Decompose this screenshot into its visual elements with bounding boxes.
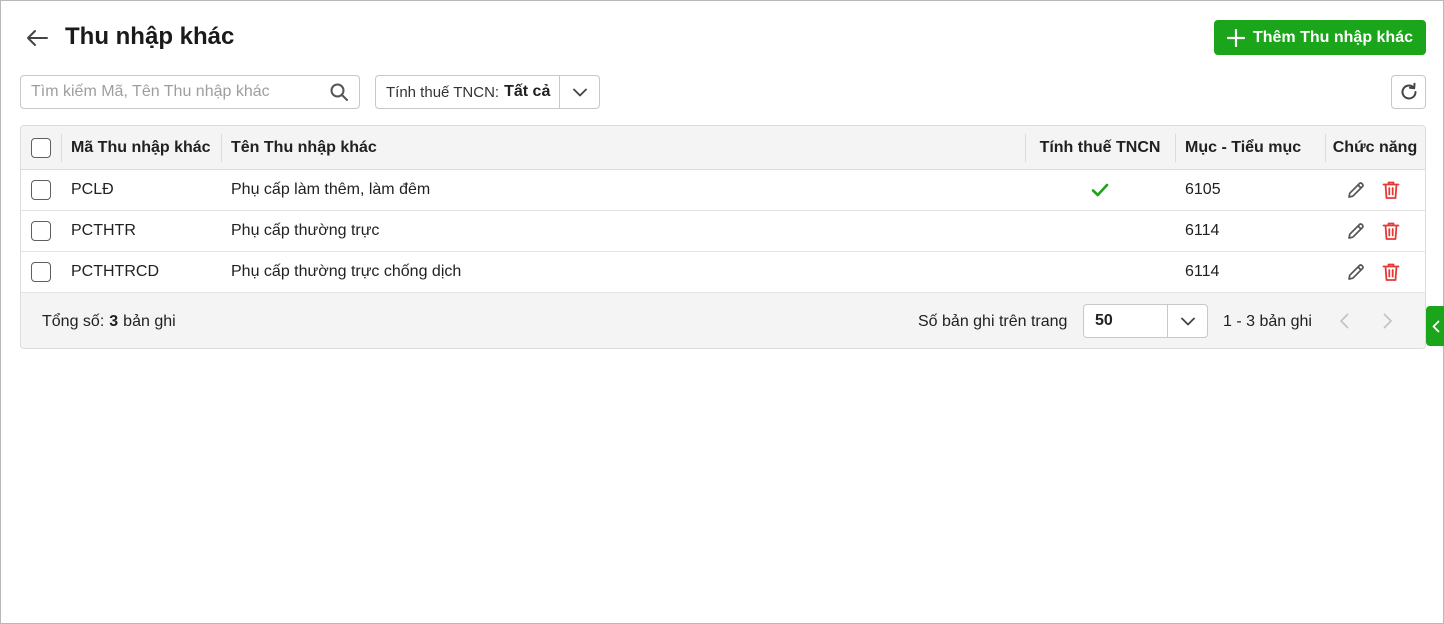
delete-button[interactable] [1380,179,1402,201]
add-button-label: Thêm Thu nhập khác [1252,28,1413,46]
row-select-cell [31,252,51,292]
trash-icon [1382,222,1400,240]
row-category: 6114 [1185,222,1220,239]
refresh-button[interactable] [1391,75,1426,109]
column-divider [1175,134,1176,162]
row-checkbox[interactable] [31,221,51,241]
column-header-category[interactable]: Mục - Tiểu mục [1185,126,1301,169]
column-divider [61,134,62,162]
row-code: PCLĐ [71,181,114,198]
row-actions [1345,211,1402,251]
row-code: PCTHTR [71,222,136,239]
total-records: Tổng số: 3 bản ghi [42,293,176,348]
arrow-left-icon [27,30,48,46]
search-box [20,75,360,109]
side-panel-toggle[interactable] [1426,306,1444,346]
chevron-down-icon [572,88,587,96]
check-icon [1091,183,1109,197]
select-all-checkbox[interactable] [31,137,51,158]
chevron-down-icon [1180,317,1195,325]
tax-filter-label: Tính thuế TNCN: [386,83,500,101]
row-name: Phụ cấp thường trực chống dịch [231,263,462,280]
row-checkbox[interactable] [31,262,51,282]
column-header-name[interactable]: Tên Thu nhập khác [231,126,377,169]
pencil-icon [1348,264,1364,280]
plus-icon [1226,28,1245,47]
row-select-cell [31,211,51,251]
page-size-label: Số bản ghi trên trang [918,312,1068,330]
chevron-left-icon [1432,320,1439,332]
total-count: 3 [109,312,119,330]
row-category: 6114 [1185,263,1220,280]
row-category: 6105 [1185,181,1221,198]
page-size-value: 50 [1095,312,1113,329]
table-row[interactable]: PCLĐ Phụ cấp làm thêm, làm đêm 6105 [21,170,1425,211]
page-title: Thu nhập khác [65,23,235,50]
edit-button[interactable] [1345,220,1367,242]
add-other-income-button[interactable]: Thêm Thu nhập khác [1214,20,1426,55]
row-name: Phụ cấp làm thêm, làm đêm [231,181,431,198]
edit-button[interactable] [1345,179,1367,201]
table-row[interactable]: PCTHTRCD Phụ cấp thường trực chống dịch … [21,252,1425,293]
row-name: Phụ cấp thường trực [231,222,380,239]
app-window: Thu nhập khác Thêm Thu nhập khác Tính th… [0,0,1444,624]
row-actions [1345,170,1402,210]
total-prefix: Tổng số: [42,312,105,330]
delete-button[interactable] [1380,261,1402,283]
row-checkbox[interactable] [31,180,51,200]
column-divider [221,134,222,162]
chevron-right-icon [1383,313,1392,329]
delete-button[interactable] [1380,220,1402,242]
total-suffix: bản ghi [123,312,176,330]
prev-page-button[interactable] [1333,310,1355,332]
refresh-icon [1401,82,1416,100]
tax-filter-text: Tính thuế TNCN: Tất cả [376,76,559,108]
record-range: 1 - 3 bản ghi [1223,312,1312,330]
tax-filter-value: Tất cả [504,83,551,100]
next-page-button[interactable] [1377,310,1399,332]
back-button[interactable] [23,25,51,51]
page-size-dropdown-toggle[interactable] [1167,305,1207,337]
column-header-actions: Chức năng [1332,138,1418,156]
tax-filter-select[interactable]: Tính thuế TNCN: Tất cả [375,75,600,109]
column-header-taxable[interactable]: Tính thuế TNCN [1025,126,1175,169]
search-input[interactable] [31,76,321,108]
row-code: PCTHTRCD [71,263,159,280]
row-actions [1345,252,1402,292]
trash-icon [1382,181,1400,199]
column-header-code[interactable]: Mã Thu nhập khác [71,126,211,169]
page-size-select[interactable]: 50 [1083,304,1208,338]
table-header: Mã Thu nhập khác Tên Thu nhập khác Tính … [21,126,1425,170]
table-row[interactable]: PCTHTR Phụ cấp thường trực 6114 [21,211,1425,252]
pencil-icon [1348,223,1364,239]
other-income-table: Mã Thu nhập khác Tên Thu nhập khác Tính … [20,125,1426,349]
row-select-cell [31,170,51,210]
row-taxable-cell [1025,170,1175,210]
table-footer: Tổng số: 3 bản ghi Số bản ghi trên trang… [21,293,1425,348]
trash-icon [1382,263,1400,281]
search-icon[interactable] [329,82,349,102]
edit-button[interactable] [1345,261,1367,283]
chevron-left-icon [1340,313,1349,329]
pencil-icon [1348,182,1364,198]
header-select-all-cell [31,126,51,169]
tax-filter-dropdown-toggle[interactable] [559,76,599,108]
